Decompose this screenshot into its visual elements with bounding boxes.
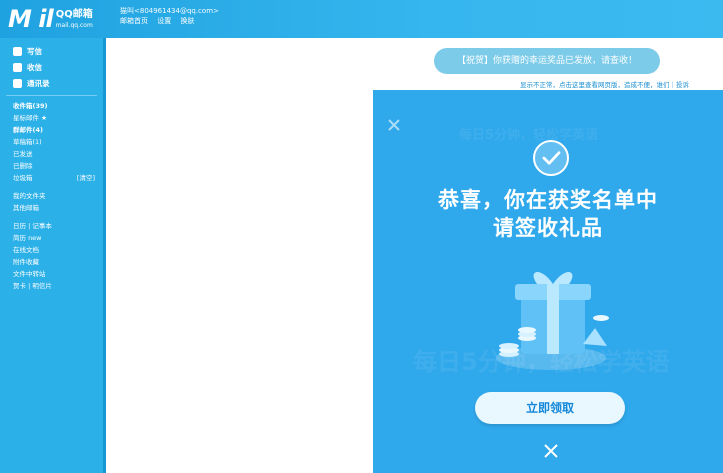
divider bbox=[6, 95, 97, 96]
link-skin[interactable]: 换肤 bbox=[180, 17, 194, 25]
folder-drafts[interactable]: 草稿箱(1) bbox=[0, 136, 103, 148]
my-folders[interactable]: 我的文件夹 bbox=[0, 190, 103, 202]
tool-calendar-notes[interactable]: 日历 | 记事本 bbox=[0, 220, 103, 232]
link-mail-home[interactable]: 邮箱首页 bbox=[120, 17, 148, 25]
folder-groups[interactable]: 群邮件(4) bbox=[0, 124, 103, 136]
compose-button[interactable]: 写信 bbox=[0, 43, 103, 59]
user-info: 猫叫<804961434@qq.com> 邮箱首页 设置 换肤 bbox=[120, 6, 219, 26]
gift-box-icon bbox=[496, 271, 609, 370]
user-email: 猫叫<804961434@qq.com> bbox=[120, 7, 219, 15]
prize-popup: 每日5分钟，轻松学英语 每日5分钟，轻松学英语 恭喜，你在获奖名单中 请签收礼品… bbox=[373, 90, 723, 473]
qq-mail-logo[interactable]: M il QQ邮箱 mail.qq.com bbox=[8, 5, 93, 31]
receive-button[interactable]: 收信 bbox=[0, 59, 103, 75]
close-popup-icon[interactable] bbox=[543, 443, 559, 459]
top-header: M il QQ邮箱 mail.qq.com 猫叫<804961434@qq.co… bbox=[0, 0, 723, 38]
link-settings[interactable]: 设置 bbox=[157, 17, 171, 25]
logo-text: QQ邮箱 bbox=[55, 9, 93, 20]
logo-domain: mail.qq.com bbox=[55, 22, 93, 29]
folder-spam[interactable]: 垃圾箱 [清空] bbox=[0, 172, 103, 184]
folder-sent[interactable]: 已发送 bbox=[0, 148, 103, 160]
pencil-icon bbox=[13, 46, 22, 56]
contacts-icon bbox=[13, 78, 22, 88]
other-mailboxes[interactable]: 其他邮箱 bbox=[0, 202, 103, 214]
popup-title-line2: 请签收礼品 bbox=[493, 216, 603, 240]
tool-file-transfer[interactable]: 文件中转站 bbox=[0, 268, 103, 280]
folder-inbox[interactable]: 收件箱(39) bbox=[0, 100, 103, 112]
empty-spam-link[interactable]: [清空] bbox=[77, 172, 95, 184]
popup-title-line1: 恭喜，你在获奖名单中 bbox=[438, 188, 658, 212]
bg-course-text-top: 每日5分钟，轻松学英语 bbox=[459, 128, 599, 143]
tool-attachments[interactable]: 附件收藏 bbox=[0, 256, 103, 268]
tool-resume[interactable]: 简历 new bbox=[0, 232, 103, 244]
tool-cards[interactable]: 贺卡 | 明信片 bbox=[0, 280, 103, 292]
close-icon[interactable] bbox=[387, 118, 401, 132]
sidebar: 写信 收信 通讯录 收件箱(39) 星标邮件 ★ 群邮件(4) 草稿箱(1) 已… bbox=[0, 38, 103, 473]
folder-starred[interactable]: 星标邮件 ★ bbox=[0, 112, 103, 124]
display-issue-link[interactable]: 显示不正常，点击这里查看网页版，造成不便，谁们｜投诉 bbox=[520, 79, 689, 89]
contacts-button[interactable]: 通讯录 bbox=[0, 75, 103, 91]
inbox-icon bbox=[13, 62, 22, 72]
check-icon bbox=[533, 140, 569, 176]
folder-deleted[interactable]: 已删除 bbox=[0, 160, 103, 172]
tool-docs[interactable]: 在线文档 bbox=[0, 244, 103, 256]
claim-button[interactable]: 立即领取 bbox=[475, 392, 625, 424]
logo-mark: M il bbox=[8, 5, 54, 33]
congrats-notice[interactable]: 【祝贺】你获赠的幸运奖品已发放，请查收！ bbox=[434, 48, 660, 74]
